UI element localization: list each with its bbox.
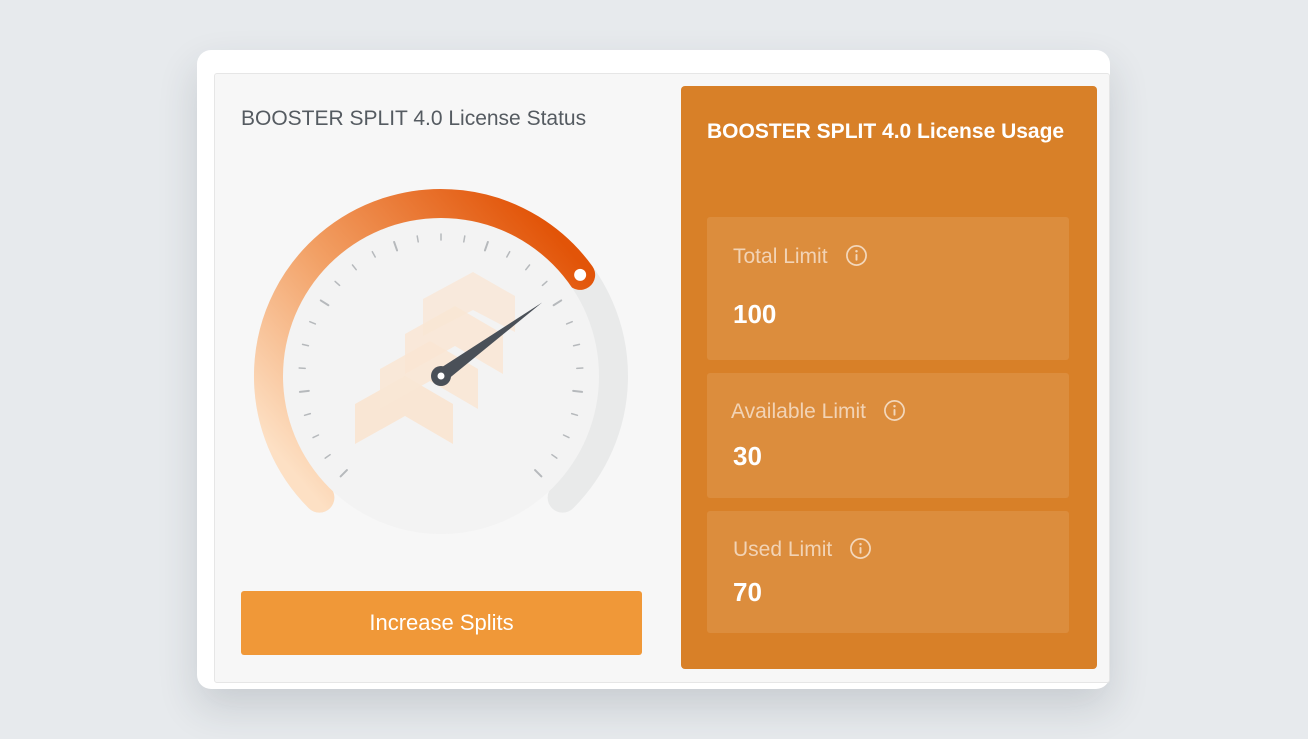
used-limit-label: Used Limit: [733, 537, 872, 562]
available-limit-card: Available Limit 30: [707, 373, 1069, 498]
used-limit-value: 70: [733, 577, 762, 607]
total-limit-card: Total Limit 100: [707, 217, 1069, 360]
info-icon[interactable]: [845, 244, 868, 267]
total-limit-value: 100: [733, 299, 777, 329]
license-usage-panel: BOOSTER SPLIT 4.0 License Usage Total Li…: [681, 86, 1097, 669]
available-limit-label: Available Limit: [731, 399, 906, 424]
used-limit-card: Used Limit 70: [707, 511, 1069, 633]
gauge-end-marker: [574, 268, 587, 281]
license-usage-title: BOOSTER SPLIT 4.0 License Usage: [707, 120, 1065, 143]
license-card-inner: BOOSTER SPLIT 4.0 License Status Increas…: [214, 73, 1110, 683]
total-limit-label: Total Limit: [733, 244, 868, 269]
license-card: BOOSTER SPLIT 4.0 License Status Increas…: [197, 50, 1110, 689]
gauge-tick: [572, 389, 584, 393]
gauge-tick: [416, 235, 419, 243]
gauge-tick: [298, 389, 310, 393]
info-icon[interactable]: [883, 399, 906, 422]
needle-hub-center: [437, 372, 445, 380]
info-icon[interactable]: [849, 537, 872, 560]
gauge-end-dot: [574, 268, 587, 281]
increase-splits-button[interactable]: Increase Splits: [241, 591, 642, 655]
available-limit-value: 30: [733, 441, 762, 471]
gauge-tick: [463, 235, 466, 243]
